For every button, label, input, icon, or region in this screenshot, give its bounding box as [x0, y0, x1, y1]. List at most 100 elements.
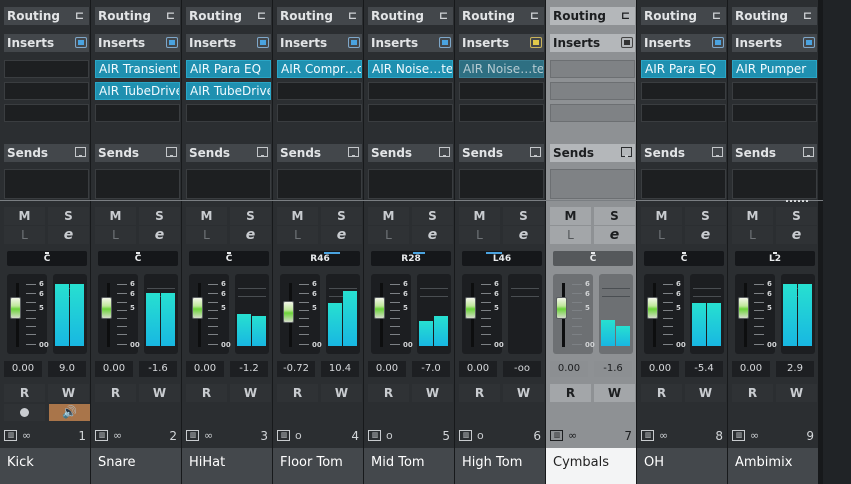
routing-icon[interactable]: ⊏	[164, 9, 177, 22]
solo-button[interactable]: S	[776, 207, 817, 225]
routing-icon[interactable]: ⊏	[710, 9, 723, 22]
volume-readout[interactable]: 0.00	[4, 361, 42, 377]
insert-slot-1[interactable]: AIR Para EQ	[641, 60, 726, 78]
channel-name[interactable]: High Tom	[455, 448, 545, 484]
volume-fader[interactable]: 6 6 5 00	[644, 274, 686, 354]
routing-section-button[interactable]: Routing ⊏	[641, 7, 726, 25]
fader-handle[interactable]	[192, 297, 203, 320]
edit-channel-button[interactable]: e	[685, 226, 726, 244]
pan-control[interactable]: R46	[280, 251, 360, 266]
read-automation-button[interactable]: R	[732, 384, 773, 402]
edit-channel-button[interactable]: e	[594, 226, 635, 244]
peak-readout[interactable]: -7.0	[412, 361, 450, 377]
volume-readout[interactable]: 0.00	[550, 361, 588, 377]
link-icon[interactable]: o	[386, 428, 393, 444]
insert-slot-1[interactable]: AIR Noise…te	[459, 60, 544, 78]
inserts-bypass-icon[interactable]	[439, 37, 451, 48]
link-icon[interactable]: o	[295, 428, 302, 444]
inserts-section-button[interactable]: Inserts	[550, 34, 635, 52]
record-enable-button[interactable]	[4, 404, 45, 421]
monitor-button[interactable]: 🔊	[49, 404, 90, 421]
fader-handle[interactable]	[465, 297, 476, 320]
sends-icon[interactable]	[75, 147, 86, 157]
link-icon[interactable]: ∞	[204, 428, 213, 444]
routing-section-button[interactable]: Routing ⊏	[550, 7, 635, 25]
write-automation-button[interactable]: W	[321, 384, 362, 402]
keyboard-icon[interactable]: ▥	[550, 430, 563, 441]
write-automation-button[interactable]: W	[503, 384, 544, 402]
link-icon[interactable]: ∞	[113, 428, 122, 444]
inserts-bypass-icon[interactable]	[348, 37, 360, 48]
link-icon[interactable]: ∞	[750, 428, 759, 444]
volume-readout[interactable]: 0.00	[368, 361, 406, 377]
keyboard-icon[interactable]: ▥	[95, 430, 108, 441]
inserts-section-button[interactable]: Inserts	[732, 34, 817, 52]
sends-slot-area[interactable]	[641, 169, 726, 199]
inserts-section-button[interactable]: Inserts	[95, 34, 180, 52]
link-icon[interactable]: o	[477, 428, 484, 444]
empty-insert-slot[interactable]	[641, 82, 726, 100]
fader-handle[interactable]	[374, 297, 385, 320]
volume-fader[interactable]: 6 6 5 00	[371, 274, 413, 354]
inserts-section-button[interactable]: Inserts	[641, 34, 726, 52]
solo-button[interactable]: S	[139, 207, 180, 225]
mute-button[interactable]: M	[277, 207, 318, 225]
sends-slot-area[interactable]	[550, 169, 635, 199]
insert-slot-1[interactable]: AIR Transient	[95, 60, 180, 78]
empty-insert-slot[interactable]	[186, 104, 271, 122]
routing-section-button[interactable]: Routing ⊏	[368, 7, 453, 25]
volume-readout[interactable]: 0.00	[95, 361, 133, 377]
inserts-section-button[interactable]: Inserts	[4, 34, 89, 52]
fader-handle[interactable]	[283, 300, 294, 323]
peak-readout[interactable]: -1.6	[139, 361, 177, 377]
empty-insert-slot[interactable]	[459, 104, 544, 122]
volume-fader[interactable]: 6 6 5 00	[462, 274, 504, 354]
empty-insert-slot[interactable]	[4, 82, 89, 100]
mute-button[interactable]: M	[459, 207, 500, 225]
pan-control[interactable]: L2	[735, 251, 815, 266]
pan-control[interactable]: R28	[371, 251, 451, 266]
sends-section-button[interactable]: Sends	[732, 144, 817, 162]
empty-insert-slot[interactable]	[368, 82, 453, 100]
sends-section-button[interactable]: Sends	[95, 144, 180, 162]
empty-insert-slot[interactable]	[277, 82, 362, 100]
solo-button[interactable]: S	[321, 207, 362, 225]
empty-insert-slot[interactable]	[277, 104, 362, 122]
routing-section-button[interactable]: Routing ⊏	[732, 7, 817, 25]
routing-section-button[interactable]: Routing ⊏	[4, 7, 89, 25]
volume-readout[interactable]: -0.72	[277, 361, 315, 377]
inserts-bypass-icon[interactable]	[621, 37, 633, 48]
peak-readout[interactable]: -1.2	[230, 361, 268, 377]
empty-insert-slot[interactable]	[732, 104, 817, 122]
insert-slot-2[interactable]: AIR TubeDrive	[186, 82, 271, 100]
sends-section-button[interactable]: Sends	[641, 144, 726, 162]
empty-insert-slot[interactable]	[550, 82, 635, 100]
mute-button[interactable]: M	[732, 207, 773, 225]
write-automation-button[interactable]: W	[48, 384, 89, 402]
listen-button[interactable]: L	[459, 226, 500, 244]
routing-icon[interactable]: ⊏	[346, 9, 359, 22]
peak-readout[interactable]: 2.9	[776, 361, 814, 377]
empty-insert-slot[interactable]	[4, 104, 89, 122]
read-automation-button[interactable]: R	[95, 384, 136, 402]
sends-icon[interactable]	[439, 147, 450, 157]
link-icon[interactable]: ∞	[22, 428, 31, 444]
insert-slot-1[interactable]: AIR Noise…te	[368, 60, 453, 78]
solo-button[interactable]: S	[685, 207, 726, 225]
sends-slot-area[interactable]	[4, 169, 89, 199]
peak-readout[interactable]: -oo	[503, 361, 541, 377]
write-automation-button[interactable]: W	[594, 384, 635, 402]
sends-section-button[interactable]: Sends	[550, 144, 635, 162]
volume-readout[interactable]: 0.00	[186, 361, 224, 377]
routing-section-button[interactable]: Routing ⊏	[95, 7, 180, 25]
sends-icon[interactable]	[530, 147, 541, 157]
pan-control[interactable]: C	[98, 251, 178, 266]
listen-button[interactable]: L	[732, 226, 773, 244]
keyboard-icon[interactable]: ▥	[4, 430, 17, 441]
read-automation-button[interactable]: R	[459, 384, 500, 402]
volume-fader[interactable]: 6 6 5 00	[735, 274, 777, 354]
edit-channel-button[interactable]: e	[230, 226, 271, 244]
edit-channel-button[interactable]: e	[321, 226, 362, 244]
routing-icon[interactable]: ⊏	[619, 9, 632, 22]
listen-button[interactable]: L	[95, 226, 136, 244]
